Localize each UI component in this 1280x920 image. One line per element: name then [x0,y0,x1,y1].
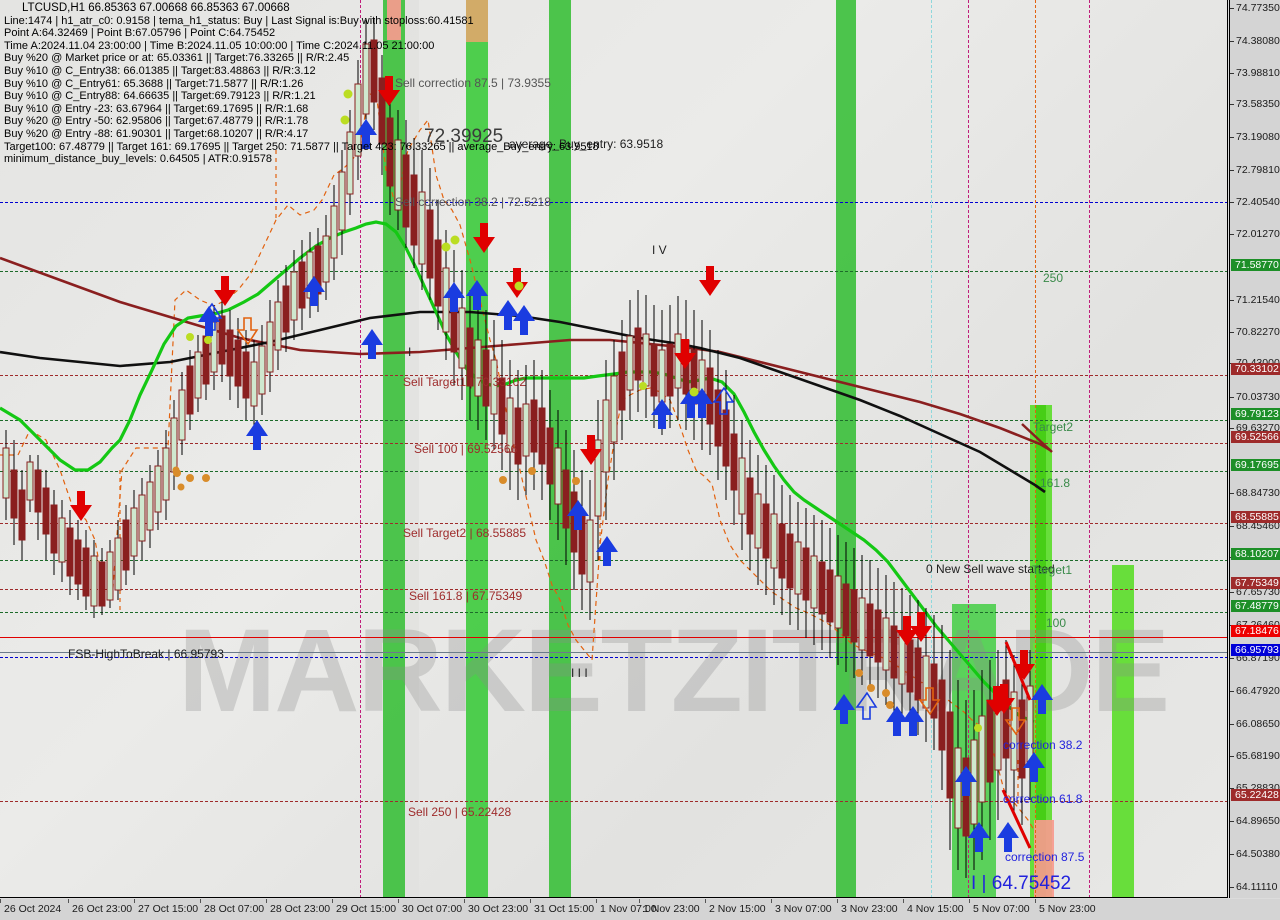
price-tick: 64.50380 [1230,849,1280,860]
time-axis[interactable]: 26 Oct 2024 26 Oct 23:00 27 Oct 15:00 28 Oc… [0,899,1280,920]
price-tick: 64.11110 [1230,882,1280,893]
price-tick: 70.03730 [1230,392,1280,403]
annotation-wave-i: I [408,345,412,359]
time-tick-mark [771,899,772,903]
annotation-sell-1618: Sell 161.8 | 67.75349 [409,589,523,603]
time-tick-label: 3 Nov 07:00 [775,903,832,915]
time-tick-label: 4 Nov 15:00 [907,903,964,915]
chart-plot-area[interactable]: MARKETZITRADE LTCUSD,H1 66.85363 67.0066… [0,0,1228,898]
time-tick-mark [398,899,399,903]
annotation-price-72399: 72.39925 [424,126,504,147]
price-tick: 72.01270 [1230,229,1280,240]
annotation-fsb-high-to-break: FSB-HighToBreak | 66.95793 [68,647,224,661]
time-tick-mark [705,899,706,903]
price-tick: 64.89650 [1230,816,1280,827]
price-tick: 74.77350 [1230,3,1280,14]
time-tick-label: 30 Oct 23:00 [468,903,529,915]
price-level-badge[interactable]: 68.55885 [1231,511,1280,523]
time-tick-label: 2 Nov 15:00 [709,903,766,915]
time-tick-mark [266,899,267,903]
price-tick: 68.84730 [1230,488,1280,499]
price-level-badge[interactable]: 68.10207 [1231,548,1280,560]
annotation-sell-correction-875: Sell correction 87.5 | 73.9355 [395,76,551,90]
price-tick: 74.38080 [1230,36,1280,47]
time-tick-label: 5 Nov 07:00 [973,903,1030,915]
time-tick-mark [464,899,465,903]
price-tick: 73.19080 [1230,132,1280,143]
time-tick-mark [0,899,1,903]
price-level-badge[interactable]: 65.22428 [1231,789,1280,801]
price-level-badge[interactable]: 67.75349 [1231,577,1280,589]
time-tick-mark [200,899,201,903]
time-tick-label: 28 Oct 23:00 [270,903,331,915]
price-level-badge[interactable]: 69.52566 [1231,431,1280,443]
annotation-correction-618: correction 61.8 [1003,792,1083,806]
annotation-sell-target2: Sell Target2 | 68.55885 [403,526,526,540]
price-tick: 66.47920 [1230,686,1280,697]
time-tick-label: 5 Nov 23:00 [1039,903,1096,915]
annotation-sell-100: Sell 100 | 69.52566 [414,442,518,456]
time-tick-mark [903,899,904,903]
time-tick-label: 3 Nov 23:00 [841,903,898,915]
annotation-wave-iv: I V [652,243,667,257]
ema-slow-line [0,310,1046,494]
time-tick-label: 30 Oct 07:00 [402,903,463,915]
price-level-badge[interactable]: 67.18476 [1231,625,1280,637]
price-tick: 72.40540 [1230,197,1280,208]
annotation-point-c-price: I | 64.75452 [971,873,1072,894]
price-tick: 71.21540 [1230,295,1280,306]
price-axis[interactable]: 74.77350 74.38080 73.98810 73.58350 73.19080… [1229,0,1280,898]
time-tick-label: 29 Oct 15:00 [336,903,397,915]
annotation-level-1618: 161.8 [1040,476,1071,490]
chart-window: MARKETZITRADE LTCUSD,H1 66.85363 67.0066… [0,0,1280,920]
annotation-level-250: 250 [1043,271,1064,285]
time-tick-label: 26 Oct 23:00 [72,903,133,915]
price-tick: 73.98810 [1230,68,1280,79]
annotation-sell-250: Sell 250 | 65.22428 [408,805,512,819]
time-tick-mark [332,899,333,903]
price-level-badge[interactable]: 69.79123 [1231,408,1280,420]
time-tick-mark [134,899,135,903]
price-level-badge[interactable]: 70.33102 [1231,363,1280,375]
annotation-wave-iii: I I I [571,666,588,680]
annotation-target1-label: Target1 [1032,563,1073,577]
annotation-correction-875-low: correction 87.5 [1005,850,1085,864]
price-level-badge[interactable]: 66.95793 [1231,644,1280,656]
price-level-badge[interactable]: 71.58770 [1231,259,1280,271]
time-tick-mark [530,899,531,903]
time-tick-mark [596,899,597,903]
price-level-badge[interactable]: 67.48779 [1231,600,1280,612]
price-tick: 73.58350 [1230,99,1280,110]
annotation-sell-target1: Sell Target1 | 70.33102 [403,375,526,389]
price-tick: 70.82270 [1230,327,1280,338]
time-tick-label: 31 Oct 15:00 [534,903,595,915]
time-tick-mark [837,899,838,903]
time-tick-mark [969,899,970,903]
time-tick-label: 27 Oct 15:00 [138,903,199,915]
annotation-level-100: 100 [1046,616,1067,630]
price-tick: 65.68190 [1230,751,1280,762]
annotation-target2-label: Target2 [1033,420,1074,434]
annotation-avg-buy-entry: average_Buy_entry: 63.9518 [509,137,664,151]
time-tick-mark [639,899,640,903]
time-tick-label: 28 Oct 07:00 [204,903,265,915]
time-tick-label: 26 Oct 2024 [4,903,62,915]
time-tick-mark [68,899,69,903]
price-series [0,18,1053,878]
annotation-correction-382: correction 38.2 [1003,738,1083,752]
time-tick-mark [1035,899,1036,903]
price-level-badge[interactable]: 69.17695 [1231,459,1280,471]
price-tick: 66.08650 [1230,719,1280,730]
time-tick-label: 1 Nov 23:00 [643,903,700,915]
annotation-sell-correction-382: Sell correction 38.2 | 72.5218 [395,195,551,209]
price-tick: 72.79810 [1230,165,1280,176]
